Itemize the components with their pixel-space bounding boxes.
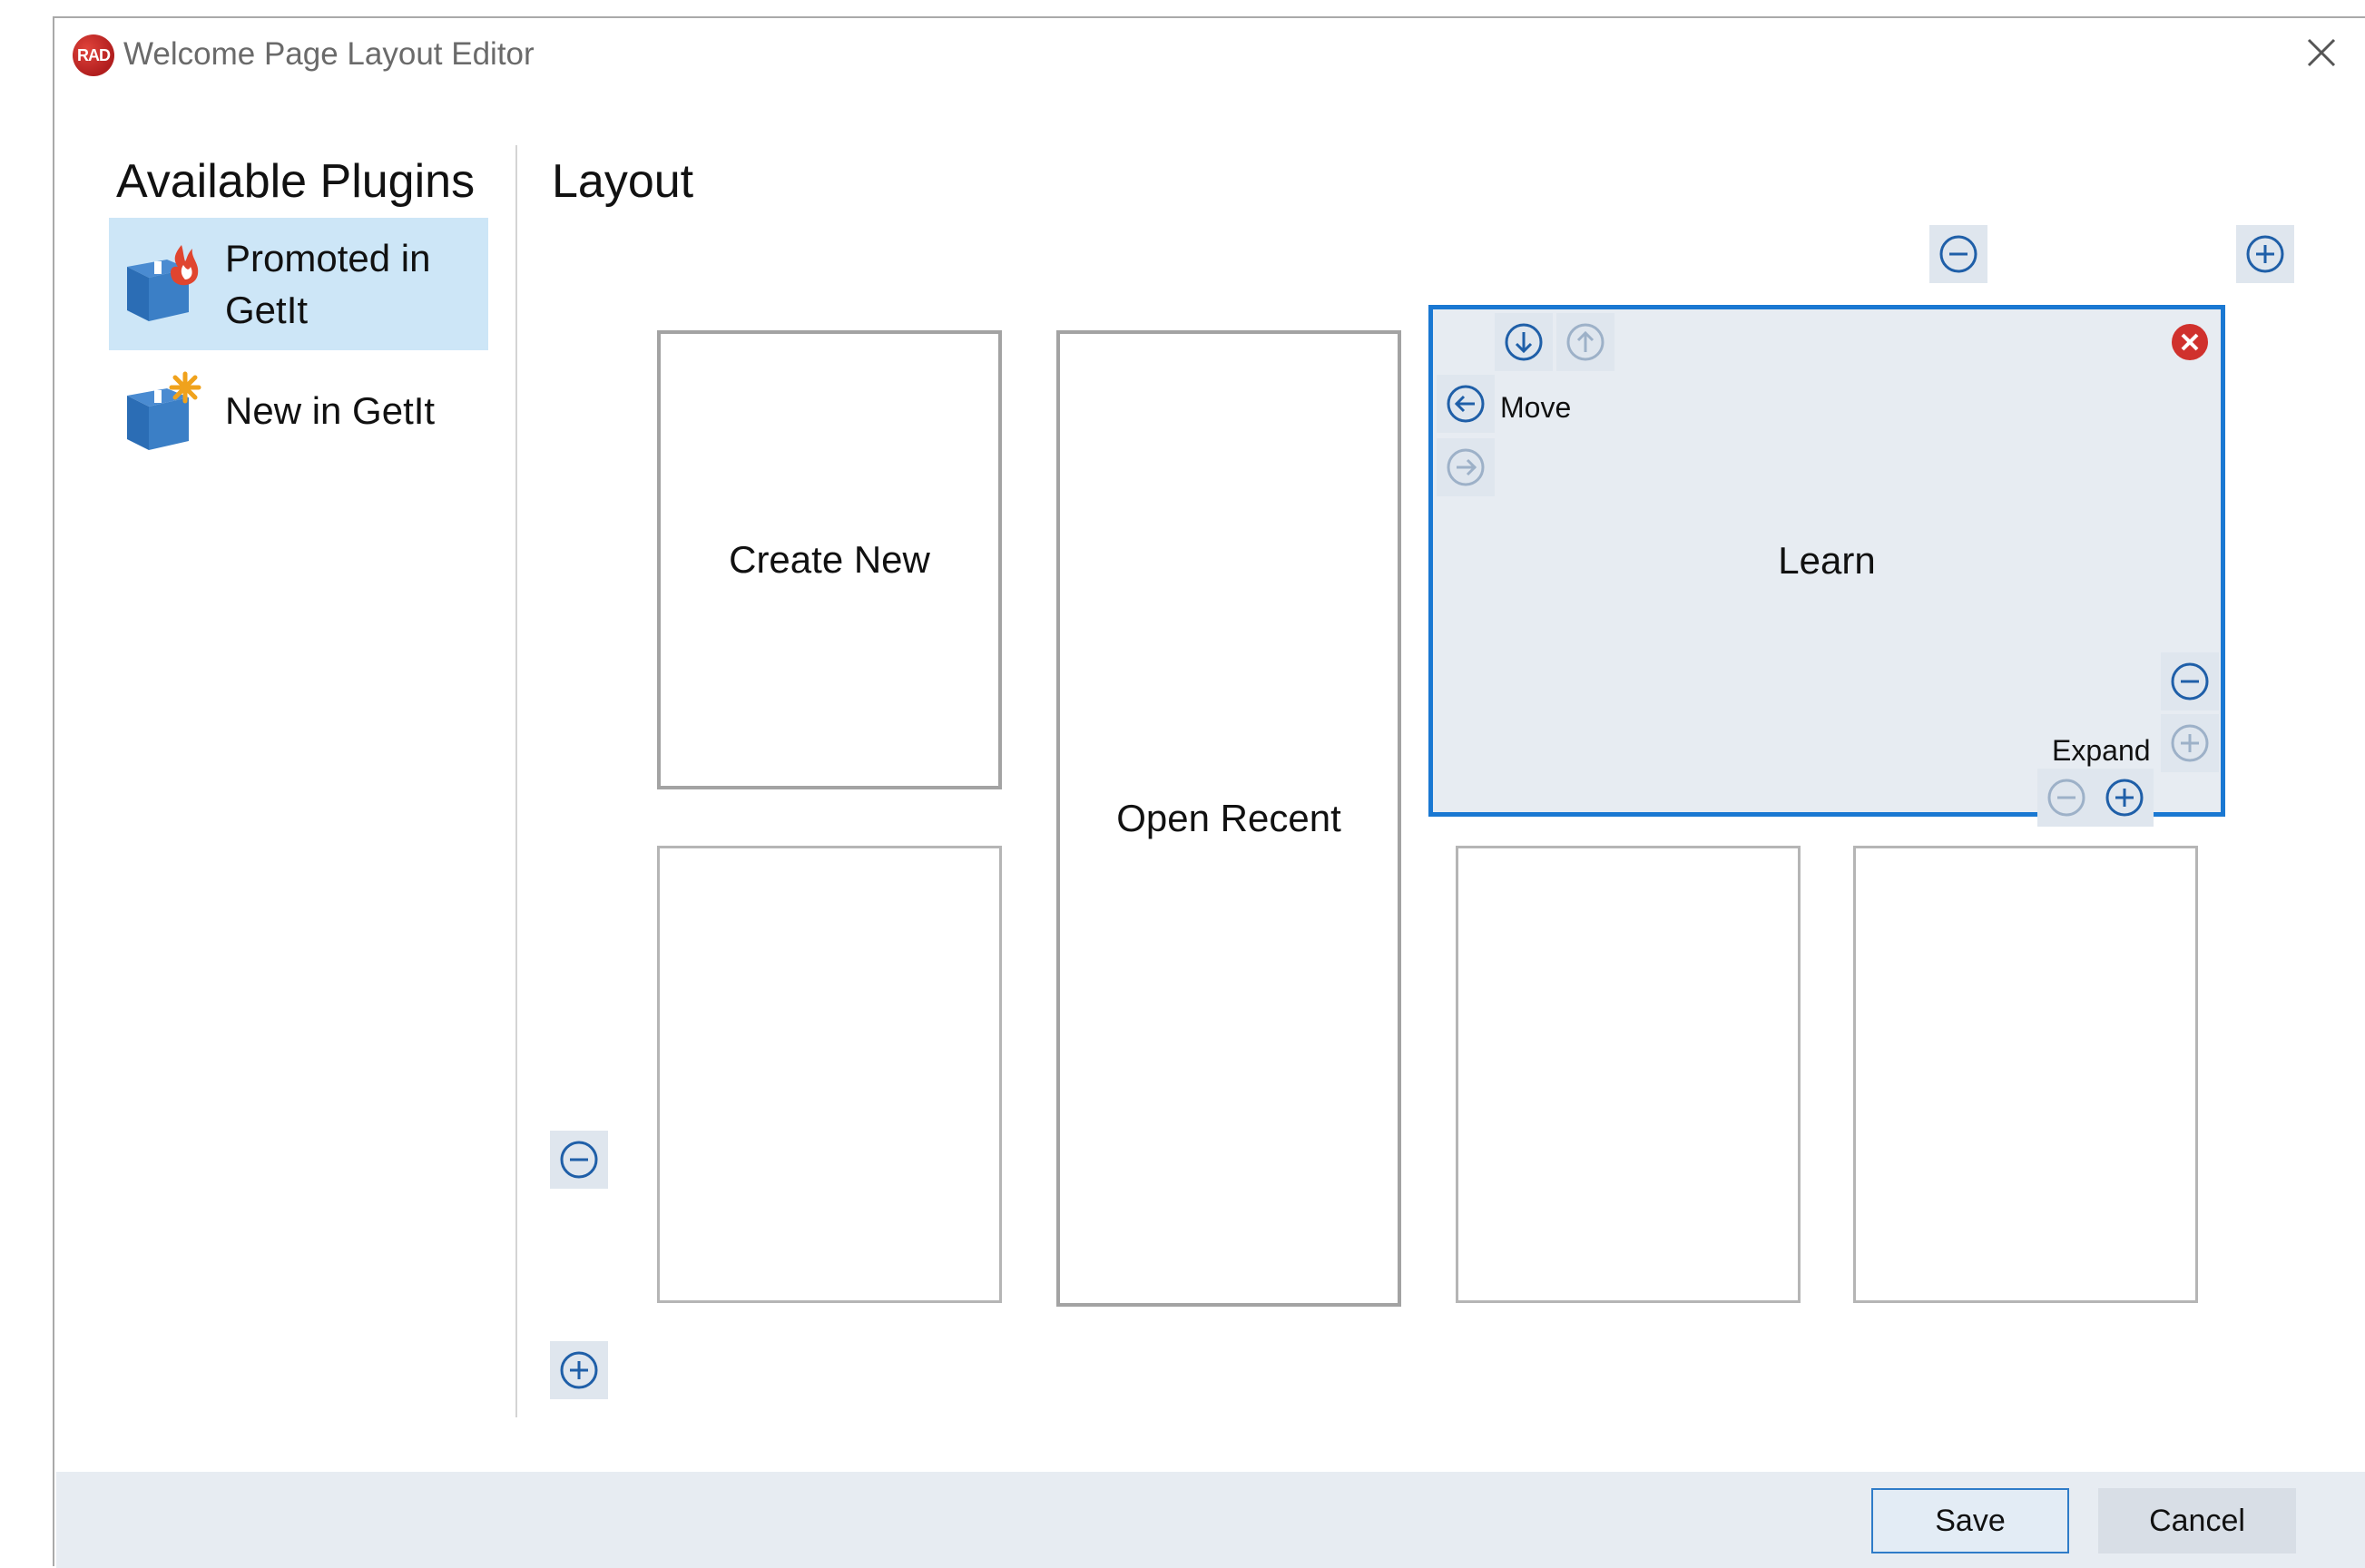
plus-circle-icon: [2105, 779, 2144, 817]
minus-circle-icon: [560, 1141, 598, 1179]
expand-width-button[interactable]: [2095, 769, 2154, 827]
move-right-button[interactable]: [1437, 438, 1495, 496]
tile-empty[interactable]: [1456, 846, 1801, 1303]
plus-circle-icon: [2171, 724, 2209, 762]
tile-empty[interactable]: [1853, 846, 2198, 1303]
tile-label: Open Recent: [1116, 797, 1341, 839]
minus-circle-icon: [2171, 662, 2209, 701]
shrink-width-button[interactable]: [2037, 769, 2095, 827]
box-star-icon: [118, 368, 203, 454]
window-title: Welcome Page Layout Editor: [123, 36, 535, 72]
close-circle-icon: [2172, 324, 2208, 360]
plugin-item-promoted[interactable]: Promoted in GetIt: [109, 218, 488, 350]
arrow-down-icon: [1505, 323, 1543, 361]
dialog-window: RAD Welcome Page Layout Editor Available…: [53, 16, 2365, 1568]
arrow-right-icon: [1447, 448, 1485, 486]
arrow-up-icon: [1566, 323, 1604, 361]
rad-logo-icon: RAD: [73, 34, 114, 76]
arrow-left-icon: [1447, 385, 1485, 423]
available-plugins-heading: Available Plugins: [116, 155, 476, 208]
tile-create-new[interactable]: Create New: [657, 330, 1002, 789]
move-down-button[interactable]: [1495, 313, 1553, 371]
move-up-button[interactable]: [1556, 313, 1614, 371]
remove-tile-button[interactable]: [2161, 313, 2219, 371]
plus-circle-icon: [2246, 235, 2284, 273]
expand-label: Expand: [2052, 734, 2151, 767]
plugin-label-promoted: Promoted in GetIt: [225, 237, 431, 331]
tile-learn[interactable]: Learn Move Expand: [1428, 305, 2225, 827]
plugin-item-new[interactable]: New in GetIt: [109, 363, 488, 463]
tile-label: Learn: [1778, 539, 1876, 582]
expand-height-button[interactable]: [2161, 714, 2219, 772]
close-icon[interactable]: [2303, 34, 2340, 71]
dialog-footer: Save Cancel: [56, 1472, 2365, 1568]
tile-empty[interactable]: [657, 846, 1002, 1303]
panel-divider: [515, 145, 517, 1417]
remove-column-button[interactable]: [1929, 225, 1987, 283]
remove-row-button[interactable]: [550, 1131, 608, 1189]
tile-label: Create New: [729, 538, 930, 581]
move-label: Move: [1500, 391, 1572, 424]
add-row-button[interactable]: [550, 1341, 608, 1399]
layout-heading: Layout: [552, 155, 694, 208]
add-column-button[interactable]: [2236, 225, 2294, 283]
cancel-button[interactable]: Cancel: [2098, 1488, 2296, 1553]
minus-circle-icon: [1939, 235, 1977, 273]
save-button[interactable]: Save: [1871, 1488, 2069, 1553]
box-flame-icon: [118, 240, 203, 325]
shrink-height-button[interactable]: [2161, 652, 2219, 710]
tile-open-recent[interactable]: Open Recent: [1056, 330, 1401, 1307]
move-left-button[interactable]: [1437, 375, 1495, 433]
minus-circle-icon: [2047, 779, 2085, 817]
plugin-label-new: New in GetIt: [225, 389, 436, 432]
plus-circle-icon: [560, 1351, 598, 1389]
title-bar: RAD Welcome Page Layout Editor: [54, 18, 2365, 96]
